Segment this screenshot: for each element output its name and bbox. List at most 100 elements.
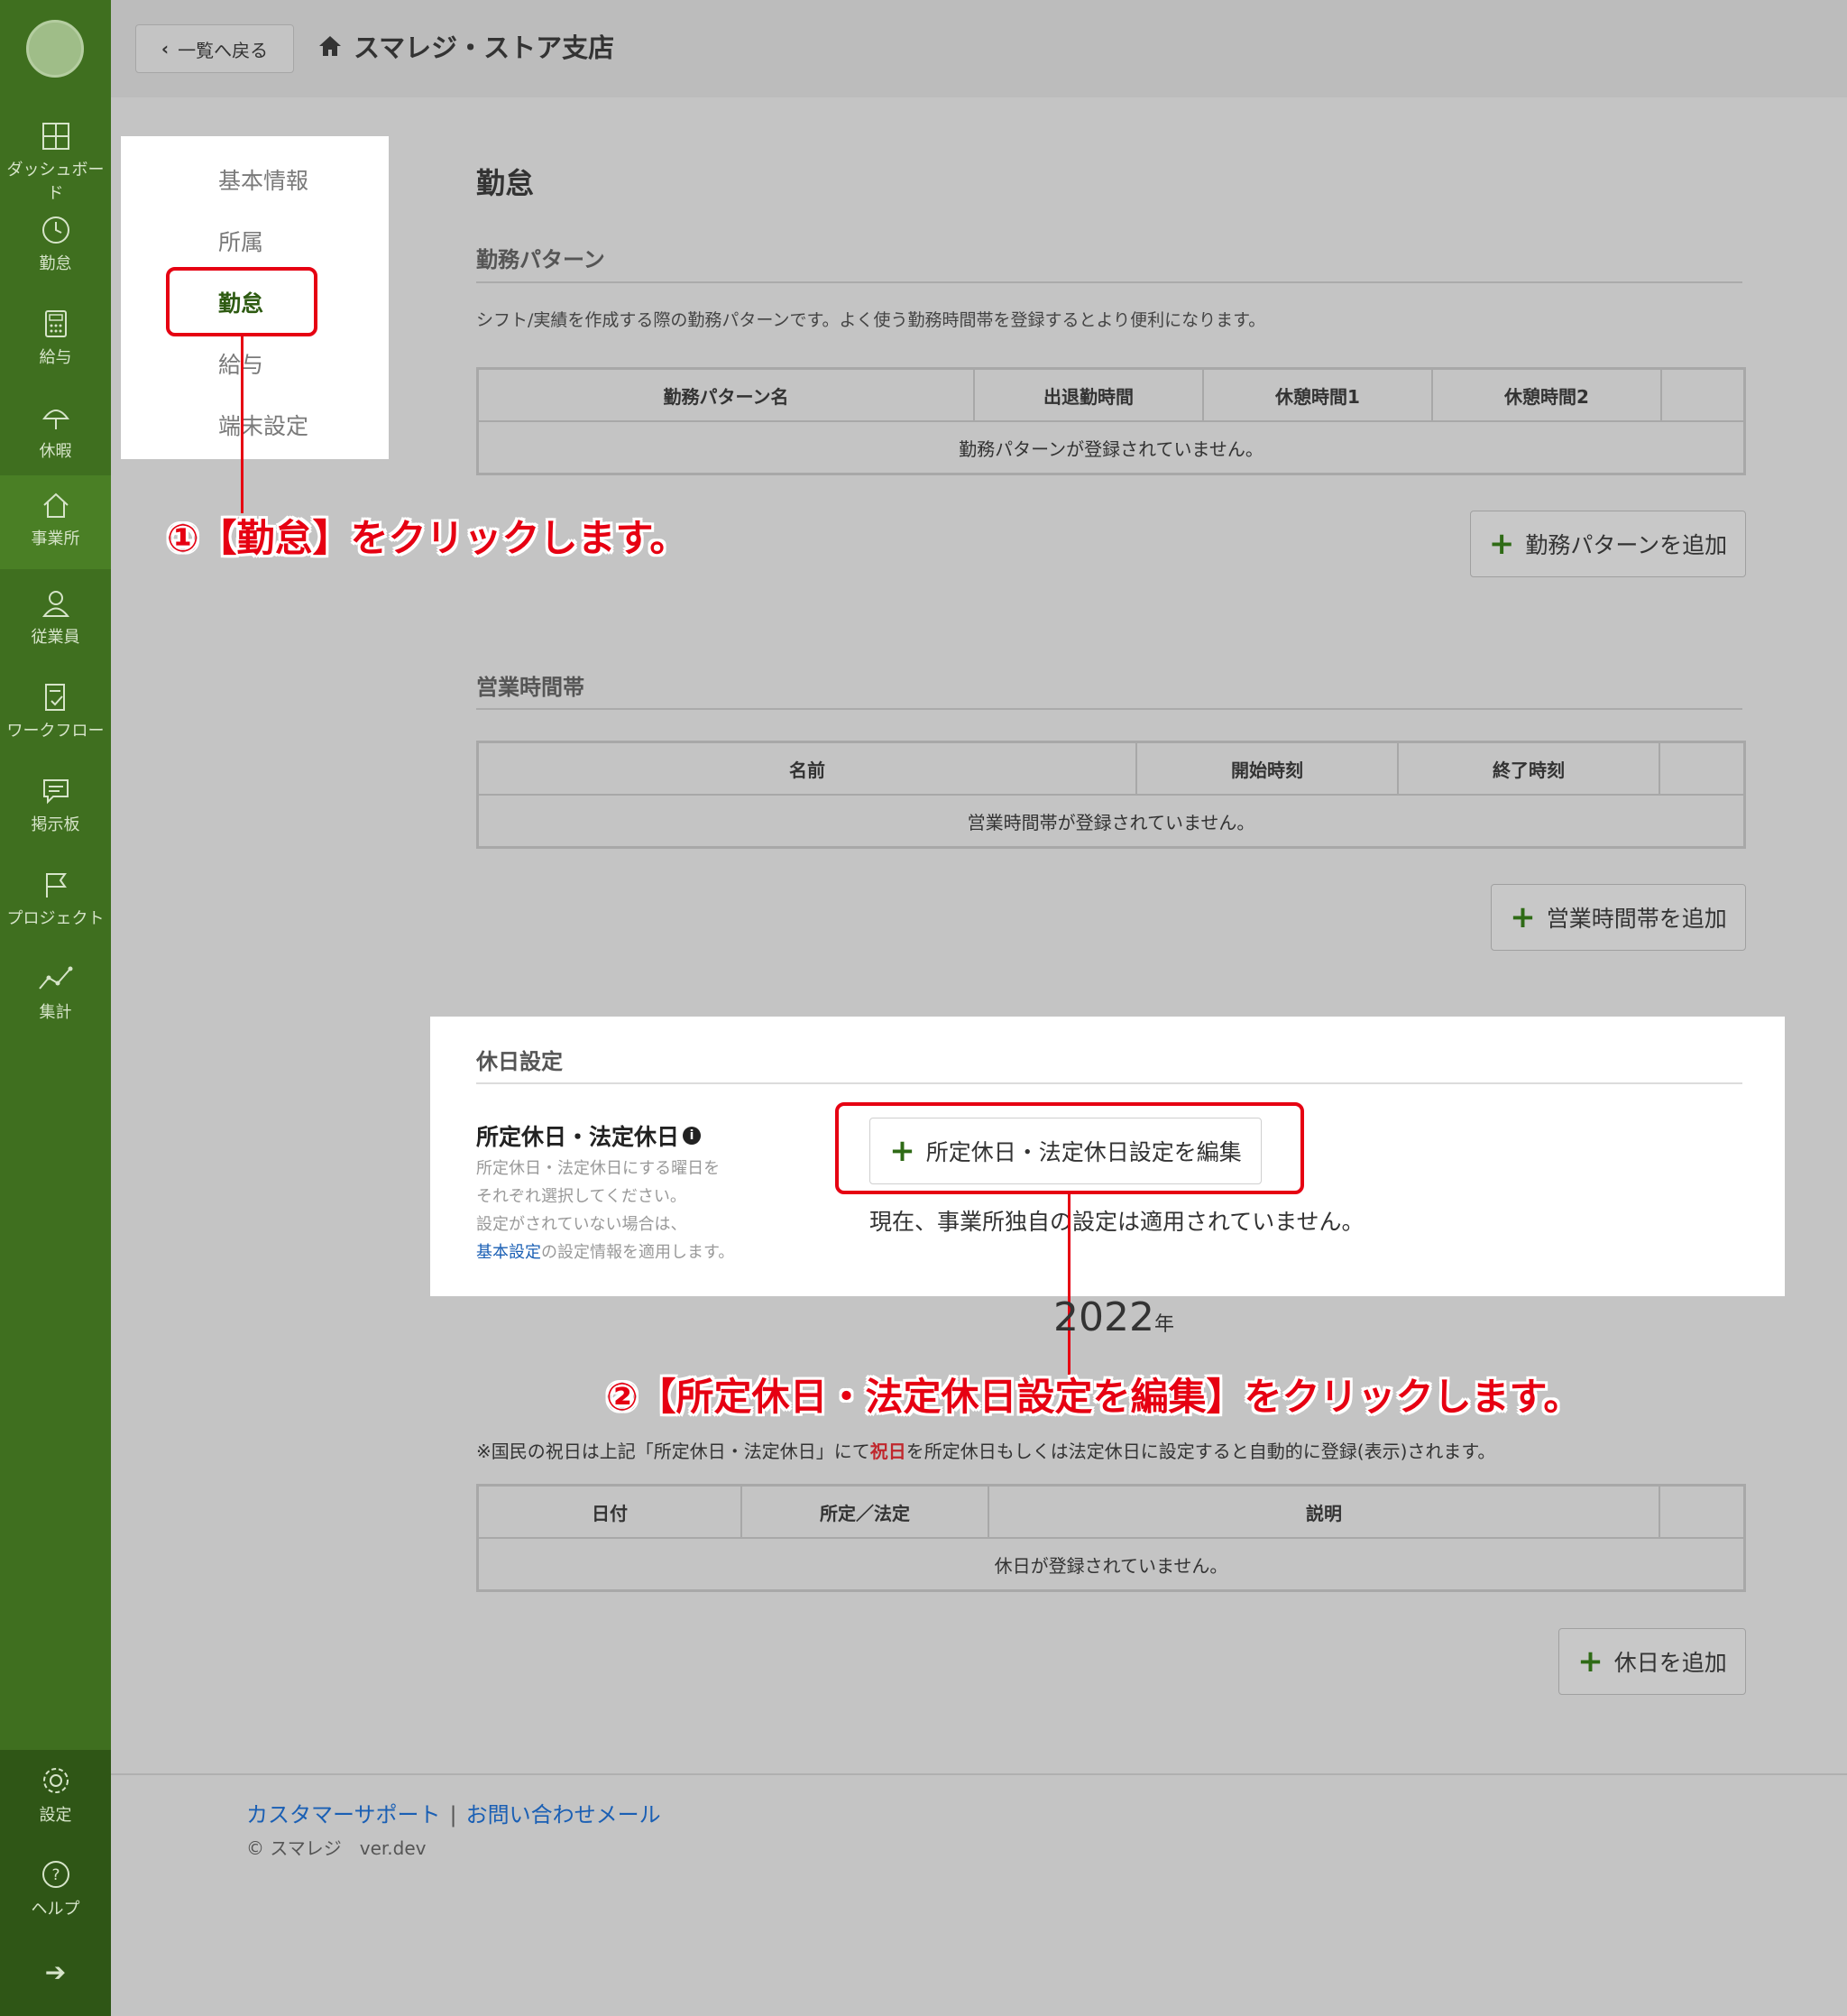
holidays-table: 日付 所定／法定 説明 休日が登録されていません。 <box>476 1484 1746 1592</box>
column-header: 休憩時間1 <box>1202 367 1433 422</box>
sidebar: ダッシュボード 勤怠 給与 休暇 事業所 従業員 ワークフロー 掲示板 プロジェ… <box>0 0 111 2016</box>
svg-text:?: ? <box>51 1866 60 1884</box>
table-header-row: 名前 開始時刻 終了時刻 <box>476 741 1746 796</box>
back-button[interactable]: ‹ 一覧へ戻る <box>135 24 294 73</box>
line-chart-icon <box>38 966 72 990</box>
holiday-note-line: それぞれ選択してください。 <box>476 1187 686 1206</box>
empty-message: 休日が登録されていません。 <box>994 1554 1228 1577</box>
sidebar-label: 設定 <box>39 1806 72 1825</box>
column-header: 説明 <box>988 1484 1660 1539</box>
subnav-item-terminal[interactable]: 端末設定 <box>218 409 308 441</box>
umbrella-icon <box>41 410 69 429</box>
work-pattern-table: 勤務パターン名 出退勤時間 休憩時間1 休憩時間2 勤務パターンが登録されていま… <box>476 367 1746 475</box>
column-header: 名前 <box>476 741 1137 796</box>
footer-links: カスタマーサポート | お問い合わせメール <box>246 1797 661 1828</box>
empty-message: 営業時間帯が登録されていません。 <box>967 811 1255 833</box>
footer-separator: | <box>449 1802 457 1827</box>
year-suffix: 年 <box>1153 1313 1174 1336</box>
sidebar-item-settings[interactable]: 設定 <box>0 1750 111 1844</box>
home-icon <box>42 492 69 518</box>
sidebar-label: 休暇 <box>39 442 72 461</box>
person-icon <box>41 591 69 617</box>
button-label: 営業時間帯を追加 <box>1546 906 1727 932</box>
home-icon <box>319 36 341 56</box>
chevron-left-icon: ‹ <box>161 38 170 60</box>
header: ‹ 一覧へ戻る スマレジ・ストア支店 <box>111 0 1847 97</box>
column-header <box>1659 741 1746 796</box>
help-icon: ? <box>41 1861 69 1888</box>
section-heading: 勤怠 <box>476 166 535 200</box>
subnav-item-basic[interactable]: 基本情報 <box>218 163 308 196</box>
page-title: スマレジ・ストア支店 <box>317 27 614 65</box>
add-holiday-button[interactable]: + 休日を追加 <box>1558 1628 1746 1695</box>
sidebar-item-stats[interactable]: 集計 <box>0 949 111 1043</box>
work-pattern-title: 勤務パターン <box>476 247 605 272</box>
holiday-note-line: 設定がされていない場合は、 <box>476 1215 687 1234</box>
subnav-item-affiliation[interactable]: 所属 <box>218 225 263 257</box>
sidebar-item-dashboard[interactable]: ダッシュボード <box>0 106 111 203</box>
copyright: © スマレジ ver.dev <box>246 1837 427 1859</box>
sidebar-item-workflow[interactable]: ワークフロー <box>0 667 111 761</box>
divider <box>476 708 1742 710</box>
dashboard-icon <box>41 123 69 150</box>
note-highlight: 祝日 <box>869 1441 906 1462</box>
column-header: 終了時刻 <box>1397 741 1660 796</box>
sidebar-item-attendance[interactable]: 勤怠 <box>0 200 111 294</box>
plus-icon: + <box>1488 526 1515 562</box>
annotation-step-1: ①【勤怠】をクリックします。 <box>167 516 688 560</box>
sidebar-item-help[interactable]: ? ヘルプ <box>0 1844 111 1938</box>
column-header: 出退勤時間 <box>973 367 1204 422</box>
clock-icon <box>41 216 69 244</box>
sidebar-label: 掲示板 <box>31 815 80 834</box>
work-pattern-description: シフト/実績を作成する際の勤務パターンです。よく使う勤務時間帯を登録するとより便… <box>476 310 1266 330</box>
sidebar-label: 集計 <box>39 1003 72 1022</box>
note-prefix: ※国民の祝日は上記「所定休日・法定休日」にて <box>476 1441 870 1462</box>
collapse-arrow-icon[interactable]: ➔ <box>0 1957 111 1987</box>
sidebar-label: ワークフロー <box>6 722 105 741</box>
button-label: 勤務パターンを追加 <box>1525 532 1728 558</box>
sidebar-item-office[interactable]: 事業所 <box>0 475 111 569</box>
sidebar-label: ヘルプ <box>31 1900 80 1919</box>
sidebar-item-board[interactable]: 掲示板 <box>0 761 111 855</box>
store-name: スマレジ・ストア支店 <box>354 32 615 63</box>
avatar[interactable] <box>26 20 84 78</box>
sidebar-label: プロジェクト <box>6 909 105 928</box>
info-icon[interactable]: i <box>683 1127 702 1145</box>
contact-mail-link[interactable]: お問い合わせメール <box>466 1802 661 1827</box>
holiday-note-line: 所定休日・法定休日にする曜日を <box>476 1159 721 1178</box>
table-row: 勤務パターンが登録されていません。 <box>478 421 1745 474</box>
chat-icon <box>42 779 69 805</box>
note-suffix: を所定休日もしくは法定休日に設定すると自動的に登録(表示)されます。 <box>905 1441 1496 1462</box>
annotation-highlight-1 <box>166 267 317 336</box>
basic-settings-link[interactable]: 基本設定 <box>476 1243 541 1262</box>
document-check-icon <box>44 684 65 711</box>
sidebar-item-employees[interactable]: 従業員 <box>0 574 111 667</box>
empty-message: 勤務パターンが登録されていません。 <box>959 437 1263 460</box>
business-hours-title: 営業時間帯 <box>476 675 584 700</box>
year-value: 2022 <box>1053 1294 1154 1340</box>
plus-icon: + <box>1510 899 1536 935</box>
add-work-pattern-button[interactable]: + 勤務パターンを追加 <box>1470 511 1746 577</box>
sidebar-item-leave[interactable]: 休暇 <box>0 388 111 482</box>
holiday-note: ※国民の祝日は上記「所定休日・法定休日」にて祝日を所定休日もしくは法定休日に設定… <box>476 1437 1495 1463</box>
annotation-line-2 <box>1068 1194 1071 1375</box>
column-header <box>1659 1484 1746 1539</box>
sidebar-label: 給与 <box>39 348 72 367</box>
back-button-label: 一覧へ戻る <box>178 39 269 61</box>
sidebar-item-payroll[interactable]: 給与 <box>0 294 111 388</box>
footer-divider <box>111 1773 1847 1775</box>
column-header: 日付 <box>476 1484 742 1539</box>
sidebar-label: 事業所 <box>31 529 80 548</box>
add-business-hours-button[interactable]: + 営業時間帯を追加 <box>1491 884 1746 951</box>
sidebar-label: 従業員 <box>31 628 80 647</box>
sidebar-item-project[interactable]: プロジェクト <box>0 855 111 949</box>
holiday-status: 現在、事業所独自の設定は適用されていません。 <box>869 1209 1365 1235</box>
customer-support-link[interactable]: カスタマーサポート <box>246 1802 441 1827</box>
holiday-settings-title: 休日設定 <box>476 1049 563 1074</box>
calculator-icon <box>44 310 67 337</box>
year-display: 2022年 <box>1053 1294 1174 1340</box>
flag-icon <box>45 873 67 898</box>
annotation-line-1 <box>241 336 244 513</box>
table-row: 営業時間帯が登録されていません。 <box>478 795 1745 848</box>
holiday-note-suffix: の設定情報を適用します。 <box>541 1243 735 1262</box>
